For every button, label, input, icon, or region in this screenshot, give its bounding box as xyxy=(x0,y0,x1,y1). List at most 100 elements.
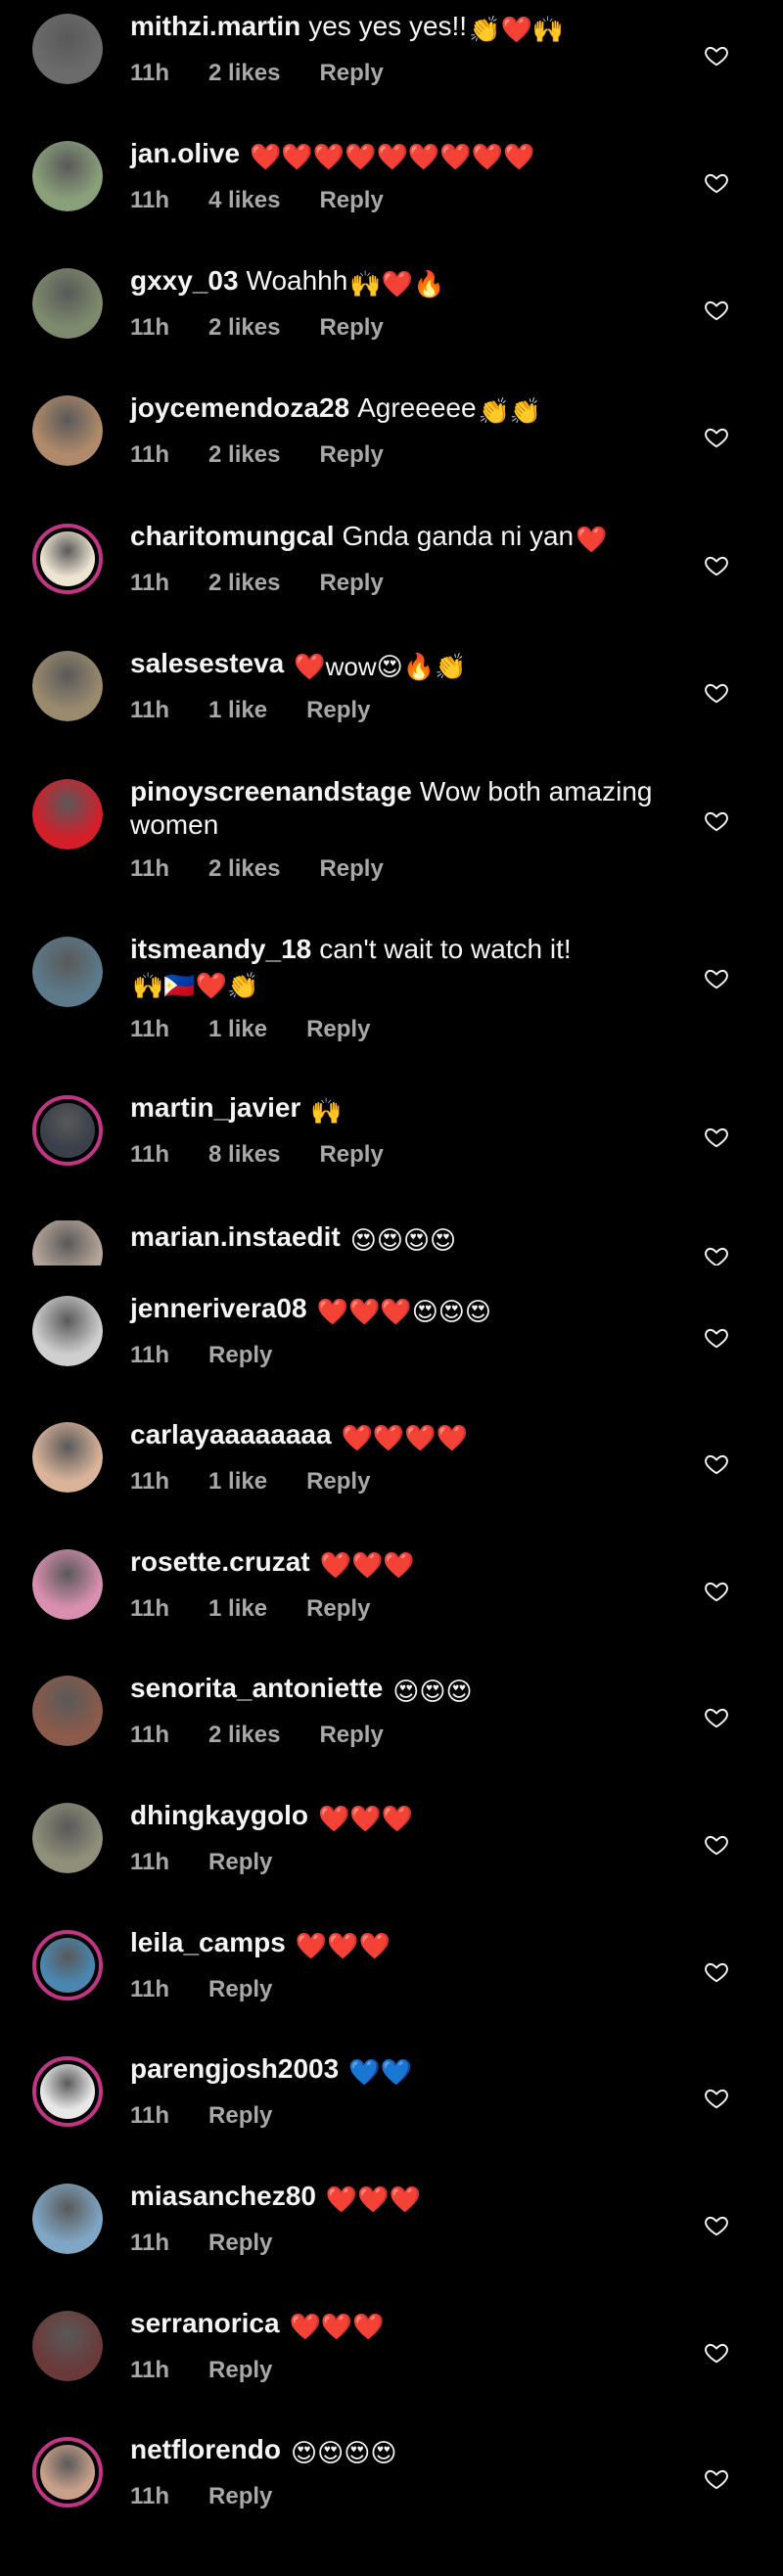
heart-outline-icon[interactable] xyxy=(704,425,729,450)
avatar[interactable] xyxy=(32,2056,103,2127)
avatar[interactable] xyxy=(32,651,103,721)
avatar[interactable] xyxy=(32,1095,103,1166)
heart-outline-icon[interactable] xyxy=(704,1451,729,1477)
avatar[interactable] xyxy=(32,1930,103,2001)
heart-outline-icon[interactable] xyxy=(704,298,729,323)
avatar[interactable] xyxy=(32,14,103,84)
heart-outline-icon[interactable] xyxy=(704,1832,729,1858)
heart-outline-icon[interactable] xyxy=(704,2340,729,2366)
likes-count[interactable]: 1 like xyxy=(208,1595,267,1622)
username-link[interactable]: itsmeandy_18 xyxy=(130,934,311,964)
reply-button[interactable]: Reply xyxy=(319,60,383,86)
username-link[interactable]: rosette.cruzat xyxy=(130,1546,310,1577)
avatar[interactable] xyxy=(32,1220,103,1265)
heart-outline-icon[interactable] xyxy=(704,966,729,991)
username-link[interactable]: jan.olive xyxy=(130,138,240,168)
reply-button[interactable]: Reply xyxy=(319,1141,383,1168)
heart-outline-icon[interactable] xyxy=(704,170,729,196)
reply-button[interactable]: Reply xyxy=(306,1595,370,1622)
username-link[interactable]: serranorica xyxy=(130,2308,280,2338)
avatar[interactable] xyxy=(32,937,103,1007)
username-link[interactable]: salesesteva xyxy=(130,648,284,678)
reply-button[interactable]: Reply xyxy=(319,1722,383,1748)
username-link[interactable]: dhingkaygolo xyxy=(130,1800,308,1830)
reply-button[interactable]: Reply xyxy=(306,697,370,723)
heart-outline-icon[interactable] xyxy=(704,1244,729,1265)
heart-outline-icon[interactable] xyxy=(704,808,729,834)
reply-button[interactable]: Reply xyxy=(319,855,383,882)
heart-outline-icon[interactable] xyxy=(704,680,729,706)
heart-outline-icon[interactable] xyxy=(704,1705,729,1730)
reply-button[interactable]: Reply xyxy=(306,1016,370,1042)
heart-outline-icon[interactable] xyxy=(704,2213,729,2238)
heart-outline-icon[interactable] xyxy=(704,2086,729,2111)
avatar[interactable] xyxy=(32,1549,103,1620)
comment-meta: 11h 2 likes Reply xyxy=(130,60,678,87)
avatar[interactable] xyxy=(32,2184,103,2254)
avatar-image xyxy=(32,1549,103,1620)
reply-button[interactable]: Reply xyxy=(208,2102,272,2129)
reply-button[interactable]: Reply xyxy=(208,1342,272,1368)
heart-outline-icon[interactable] xyxy=(704,2466,729,2492)
heart-outline-icon[interactable] xyxy=(704,1125,729,1150)
username-link[interactable]: marian.instaedit xyxy=(130,1221,341,1252)
reply-button[interactable]: Reply xyxy=(319,314,383,341)
reply-button[interactable]: Reply xyxy=(319,570,383,596)
heart-outline-icon[interactable] xyxy=(704,43,729,69)
heart-outline-icon[interactable] xyxy=(704,553,729,578)
heart-outline-icon[interactable] xyxy=(704,1325,729,1351)
likes-count[interactable]: 1 like xyxy=(208,1016,267,1042)
avatar[interactable] xyxy=(32,141,103,211)
reply-button[interactable]: Reply xyxy=(208,2357,272,2383)
comment-content: jan.olive ❤️❤️❤️❤️❤️❤️❤️❤️❤️ xyxy=(130,137,678,173)
avatar[interactable] xyxy=(32,395,103,466)
heart-outline-icon[interactable] xyxy=(704,1579,729,1604)
username-link[interactable]: carlayaaaaaaaa xyxy=(130,1419,332,1449)
username-link[interactable]: leila_camps xyxy=(130,1927,286,1957)
likes-count[interactable]: 1 like xyxy=(208,1468,267,1495)
likes-count[interactable]: 8 likes xyxy=(208,1141,280,1168)
username-link[interactable]: mithzi.martin xyxy=(130,11,300,41)
reply-button[interactable]: Reply xyxy=(319,441,383,468)
heart-outline-icon[interactable] xyxy=(704,1959,729,1985)
avatar[interactable] xyxy=(32,2311,103,2381)
avatar[interactable] xyxy=(32,2437,103,2507)
avatar-image xyxy=(40,1938,95,1993)
avatar[interactable] xyxy=(32,524,103,594)
avatar[interactable] xyxy=(32,1296,103,1366)
comment-body: salesesteva ❤️wow😍🔥👏 11h 1 like Reply xyxy=(130,647,678,724)
reply-button[interactable]: Reply xyxy=(208,1976,272,2002)
reply-button[interactable]: Reply xyxy=(208,1849,272,1875)
reply-button[interactable]: Reply xyxy=(319,187,383,213)
likes-count[interactable]: 2 likes xyxy=(208,570,280,596)
reply-button[interactable]: Reply xyxy=(208,2230,272,2256)
likes-count[interactable]: 2 likes xyxy=(208,855,280,882)
comment-text: yes yes yes!! xyxy=(308,11,468,41)
username-link[interactable]: martin_javier xyxy=(130,1092,300,1123)
avatar[interactable] xyxy=(32,268,103,339)
username-link[interactable]: joycemendoza28 xyxy=(130,392,349,423)
comment-emoji: 👏👏 xyxy=(478,396,542,426)
comment-meta: 11h 8 likes Reply xyxy=(130,1141,678,1169)
likes-count[interactable]: 2 likes xyxy=(208,60,280,86)
username-link[interactable]: gxxy_03 xyxy=(130,265,239,296)
likes-count[interactable]: 2 likes xyxy=(208,441,280,468)
username-link[interactable]: netflorendo xyxy=(130,2434,281,2464)
avatar[interactable] xyxy=(32,1422,103,1493)
likes-count[interactable]: 4 likes xyxy=(208,187,280,213)
username-link[interactable]: pinoyscreenandstage xyxy=(130,776,412,806)
likes-count[interactable]: 2 likes xyxy=(208,1722,280,1748)
likes-count[interactable]: 2 likes xyxy=(208,314,280,341)
avatar[interactable] xyxy=(32,779,103,850)
username-link[interactable]: miasanchez80 xyxy=(130,2181,316,2211)
username-link[interactable]: parengjosh2003 xyxy=(130,2053,339,2084)
username-link[interactable]: senorita_antoniette xyxy=(130,1673,383,1703)
avatar[interactable] xyxy=(32,1803,103,1873)
reply-button[interactable]: Reply xyxy=(208,2483,272,2509)
likes-count[interactable]: 1 like xyxy=(208,697,267,723)
reply-button[interactable]: Reply xyxy=(306,1468,370,1495)
username-link[interactable]: jennerivera08 xyxy=(130,1293,307,1323)
avatar[interactable] xyxy=(32,1676,103,1746)
comment-timestamp: 11h xyxy=(130,1141,170,1168)
username-link[interactable]: charitomungcal xyxy=(130,521,334,551)
